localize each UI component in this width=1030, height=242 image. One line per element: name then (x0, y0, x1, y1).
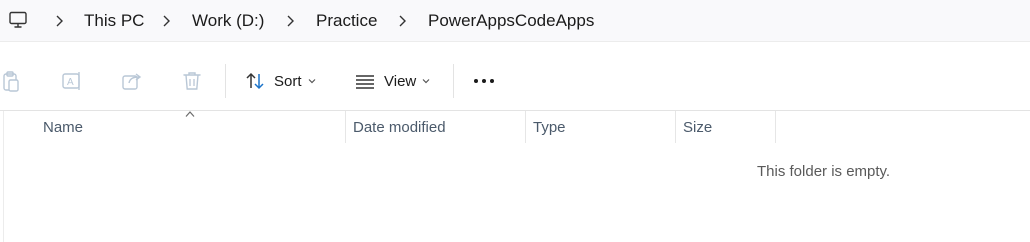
breadcrumb-item-work-drive[interactable]: Work (D:) (192, 10, 264, 32)
view-label: View (384, 72, 417, 90)
toolbar-divider (225, 64, 226, 98)
column-divider[interactable] (675, 111, 676, 143)
chevron-down-icon (308, 79, 315, 84)
view-lines-icon (356, 75, 374, 89)
column-header-date-label: Date modified (353, 118, 446, 136)
rename-icon[interactable]: A (60, 69, 84, 93)
chevron-right-icon[interactable] (396, 13, 408, 29)
chevron-right-icon[interactable] (53, 13, 65, 29)
chevron-down-icon (422, 79, 430, 84)
column-divider[interactable] (345, 111, 346, 143)
column-header-size[interactable]: Size (683, 111, 712, 143)
trash-icon[interactable] (180, 69, 204, 93)
column-divider[interactable] (525, 111, 526, 143)
breadcrumb: This PC Work (D:) Practice PowerAppsCode… (0, 0, 1030, 42)
toolbar-divider (453, 64, 454, 98)
breadcrumb-item-this-pc[interactable]: This PC (84, 10, 144, 32)
column-header-size-label: Size (683, 118, 713, 136)
column-header-type[interactable]: Type (533, 111, 566, 143)
sort-arrows-icon (246, 72, 264, 90)
empty-folder-message: This folder is empty. (757, 163, 891, 180)
column-divider[interactable] (775, 111, 776, 143)
chevron-right-icon[interactable] (284, 13, 296, 29)
share-icon[interactable] (120, 69, 144, 93)
clipboard-icon[interactable] (0, 69, 22, 93)
chevron-right-icon[interactable] (160, 13, 172, 29)
breadcrumb-item-current-folder[interactable]: PowerAppsCodeApps (428, 10, 594, 32)
computer-icon[interactable] (8, 10, 28, 30)
column-header-date-modified[interactable]: Date modified (353, 111, 446, 143)
column-header-type-label: Type (533, 118, 566, 136)
view-button[interactable]: View (354, 66, 430, 96)
column-header-row: Name Date modified Type Size (0, 111, 1030, 143)
column-header-name[interactable]: Name (43, 111, 83, 143)
sort-button[interactable]: Sort (244, 66, 316, 96)
sort-label: Sort (274, 72, 302, 90)
file-explorer-window: This PC Work (D:) Practice PowerAppsCode… (0, 0, 1030, 242)
breadcrumb-item-practice[interactable]: Practice (316, 10, 377, 32)
command-bar: A Sort View (0, 52, 1030, 111)
more-dots-icon[interactable] (472, 69, 496, 93)
column-header-name-label: Name (43, 118, 84, 136)
svg-text:A: A (67, 77, 74, 88)
